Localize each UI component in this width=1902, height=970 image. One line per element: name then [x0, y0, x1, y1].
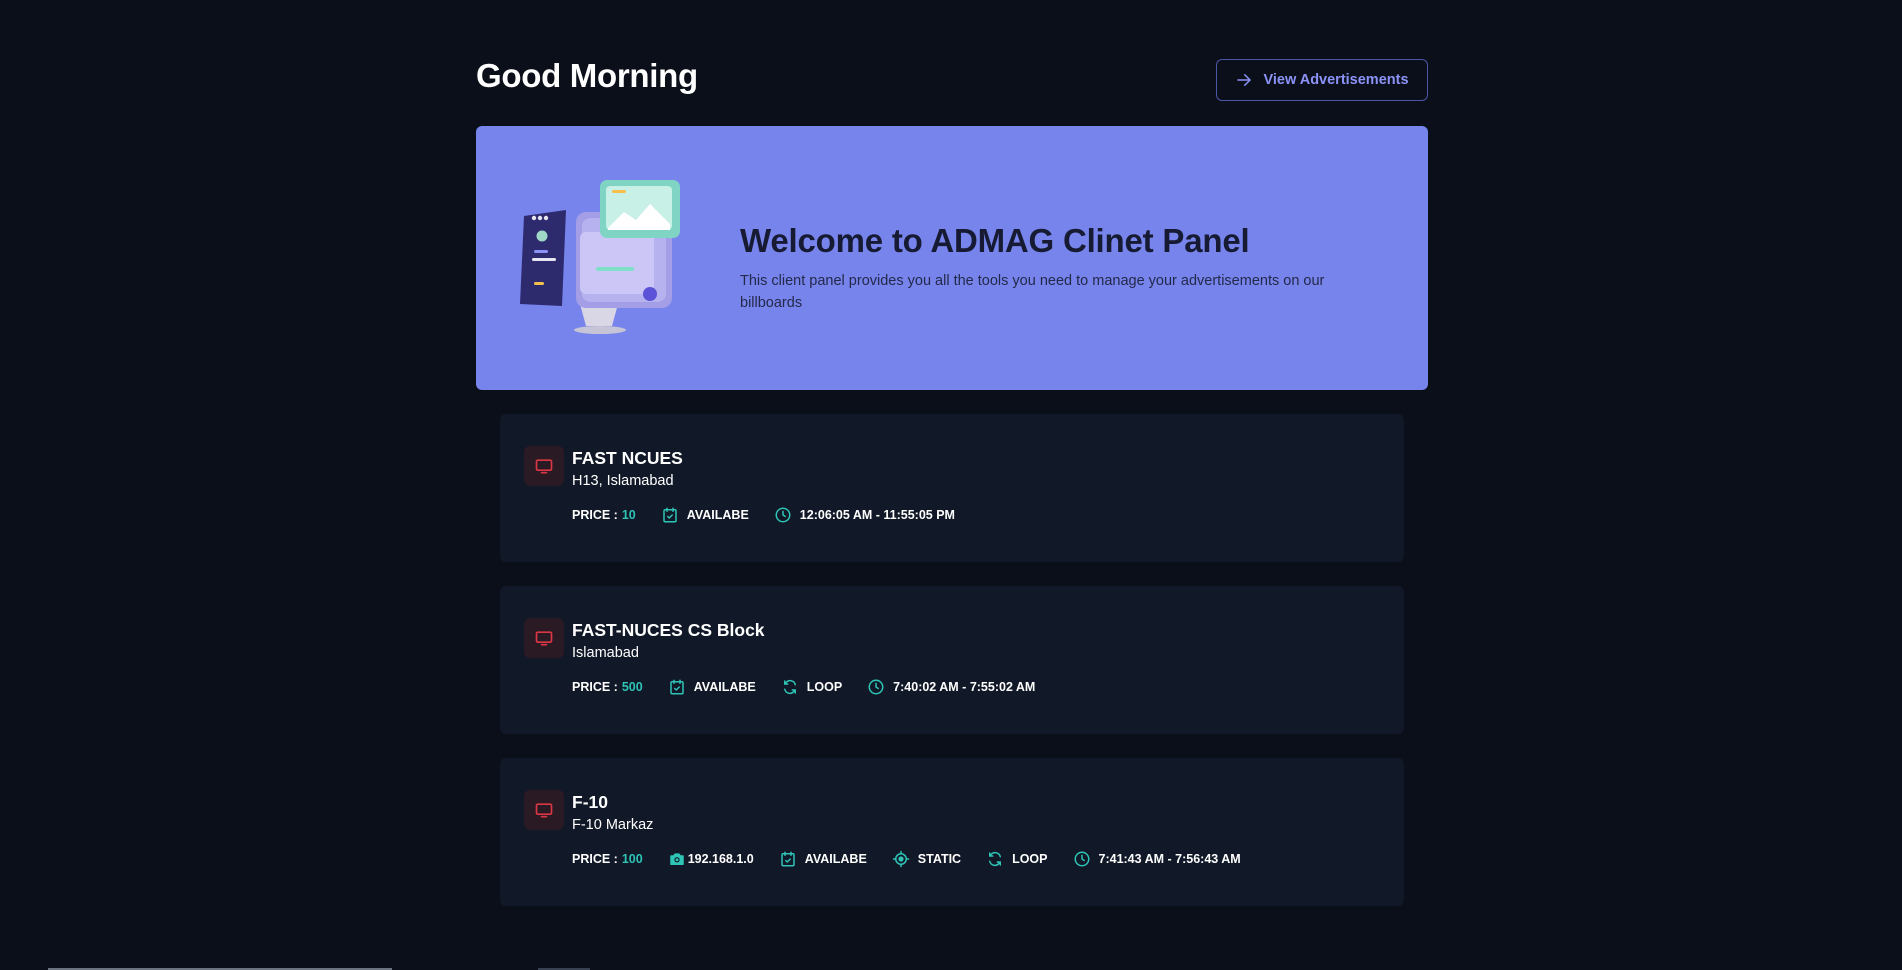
view-advertisements-button[interactable]: View Advertisements — [1216, 59, 1428, 101]
status-text: AVAILABE — [693, 680, 756, 694]
billboard-location: H13, Islamabad — [572, 473, 674, 489]
price-item: PRICE : 100 — [572, 852, 643, 866]
status-item: AVAILABE — [779, 850, 867, 868]
welcome-banner: Welcome to ADMAG Clinet Panel This clien… — [476, 126, 1428, 390]
mode-item: LOOP — [781, 678, 842, 696]
type-item: STATIC — [892, 850, 961, 868]
mode-text: LOOP — [806, 680, 843, 694]
mode-item: LOOP — [986, 850, 1048, 868]
billboard-meta: PRICE : 500 AVAILABE LOOP 7:40:02 AM - 7… — [572, 676, 1060, 698]
time-range: 12:06:05 AM - 11:55:05 PM — [799, 508, 955, 522]
view-advertisements-label: View Advertisements — [1263, 72, 1409, 88]
time-item: 7:41:43 AM - 7:56:43 AM — [1073, 850, 1241, 868]
greeting-title: Good Morning — [476, 57, 698, 94]
time-item: 12:06:05 AM - 11:55:05 PM — [774, 506, 955, 524]
banner-title: Welcome to ADMAG Clinet Panel — [740, 222, 1250, 259]
time-range: 7:41:43 AM - 7:56:43 AM — [1098, 852, 1241, 866]
billboard-meta: PRICE : 100 192.168.1.0 AVAILABE STATIC — [572, 848, 1266, 870]
status-item: AVAILABE — [668, 678, 756, 696]
billboard-meta: PRICE : 10 AVAILABE 12:06:05 AM - 11:55:… — [572, 504, 980, 526]
price-value: 10 — [621, 508, 636, 522]
clock-icon — [1074, 851, 1089, 867]
status-item: AVAILABE — [661, 506, 749, 524]
calendar-check-icon — [669, 679, 684, 695]
billboard-card[interactable]: FAST-NUCES CS Block Islamabad PRICE : 50… — [500, 586, 1404, 734]
monitor-illustration — [520, 180, 680, 334]
time-item: 7:40:02 AM - 7:55:02 AM — [867, 678, 1035, 696]
monitor-icon — [524, 446, 564, 486]
price-item: PRICE : 500 — [572, 680, 643, 694]
price-label: PRICE : — [572, 508, 618, 522]
calendar-check-icon — [663, 507, 677, 523]
calendar-check-icon — [781, 851, 795, 867]
billboard-card[interactable]: FAST NCUES H13, Islamabad PRICE : 10 AVA… — [500, 414, 1404, 562]
billboard-location: F-10 Markaz — [572, 817, 654, 833]
price-value: 100 — [621, 852, 643, 866]
arrow-right-icon — [1237, 74, 1252, 86]
type-text: STATIC — [917, 852, 962, 866]
banner-description: This client panel provides you all the t… — [740, 273, 1325, 311]
monitor-icon — [524, 618, 564, 658]
status-text: AVAILABE — [686, 508, 749, 522]
monitor-icon — [524, 790, 564, 830]
target-icon — [892, 850, 910, 868]
loop-icon — [989, 851, 1002, 867]
mode-text: LOOP — [1012, 852, 1048, 866]
camera-icon — [669, 853, 684, 865]
dashboard: Good Morning View Advertisements Welcome… — [476, 0, 1428, 906]
loop-icon — [783, 679, 796, 695]
camera-ip: 192.168.1.0 — [687, 852, 754, 866]
page-header: Good Morning View Advertisements — [476, 0, 1428, 126]
price-label: PRICE : — [572, 852, 618, 866]
time-range: 7:40:02 AM - 7:55:02 AM — [893, 680, 1036, 694]
camera-item: 192.168.1.0 — [668, 850, 754, 868]
price-label: PRICE : — [572, 680, 618, 694]
clock-icon — [775, 507, 791, 523]
billboard-title: FAST NCUES — [572, 448, 683, 468]
billboard-title: F-10 — [572, 792, 608, 812]
billboard-card[interactable]: F-10 F-10 Markaz PRICE : 100 192.168.1.0… — [500, 758, 1404, 906]
status-text: AVAILABE — [804, 852, 867, 866]
clock-icon — [868, 679, 884, 695]
billboard-location: Islamabad — [572, 645, 639, 661]
price-value: 500 — [621, 680, 643, 694]
price-item: PRICE : 10 — [572, 508, 636, 522]
billboard-title: FAST-NUCES CS Block — [572, 620, 765, 640]
